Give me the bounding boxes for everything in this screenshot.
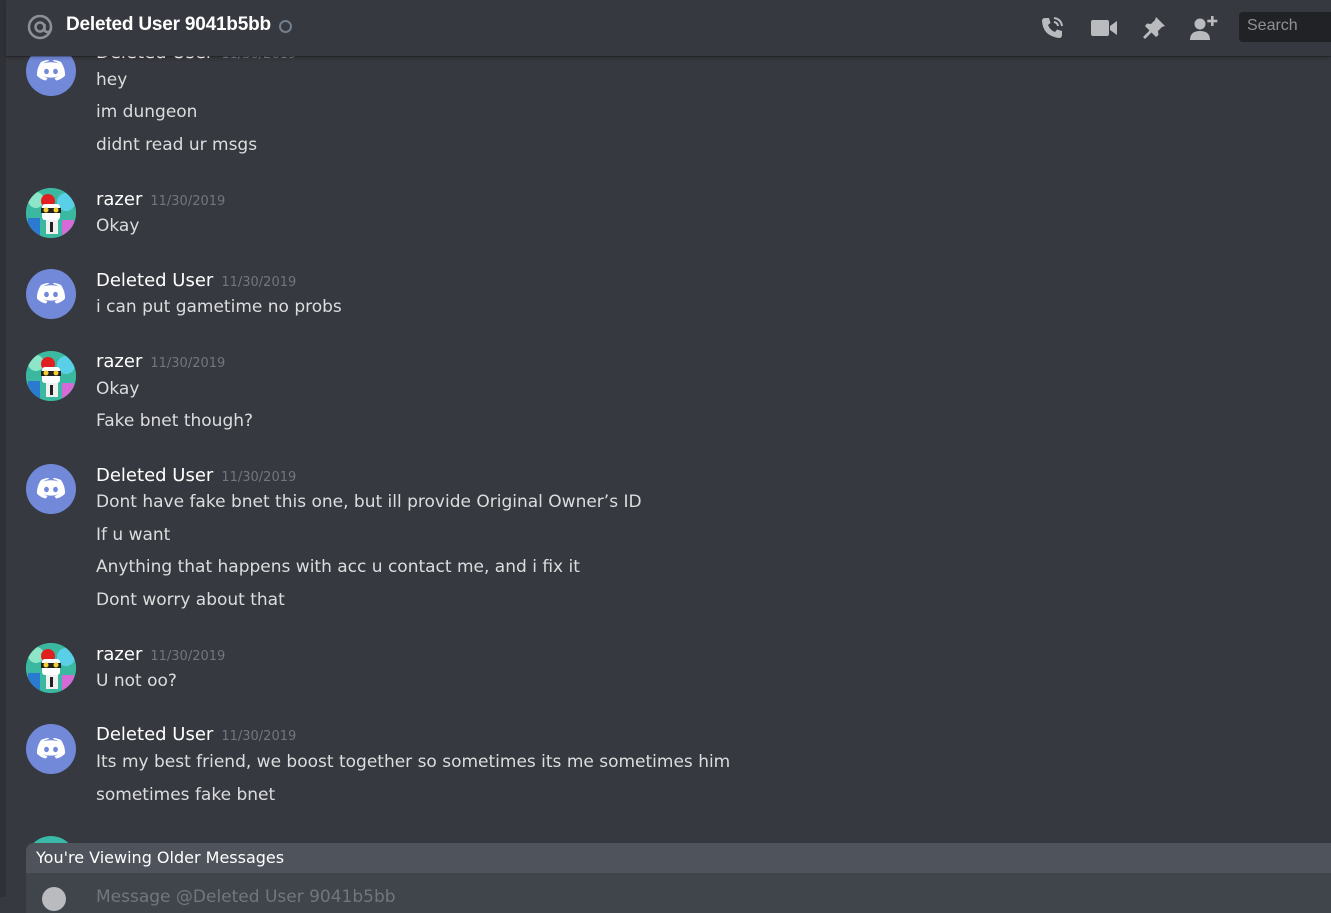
pin-icon[interactable] <box>1138 12 1170 44</box>
message-list: Deleted User 11/30/2019 hey im dungeon di… <box>0 0 1331 897</box>
author-name[interactable]: razer <box>96 189 142 210</box>
message-text: Anything that happens with acc u contact… <box>96 557 580 577</box>
avatar-deleted-user[interactable] <box>26 464 76 514</box>
video-icon[interactable] <box>1088 12 1120 44</box>
message-text: didnt read ur msgs <box>96 135 258 155</box>
message-text: Its my best friend, we boost together so… <box>96 752 731 772</box>
message-text: Dont have fake bnet this one, but ill pr… <box>96 492 642 512</box>
message-text: Dont worry about that <box>96 590 285 610</box>
add-friend-icon[interactable] <box>1188 12 1220 44</box>
razer-avatar-icon <box>26 351 76 401</box>
add-attachment-icon[interactable] <box>42 887 66 911</box>
message-input[interactable]: Message @Deleted User 9041b5bb <box>26 873 1331 913</box>
timestamp: 11/30/2019 <box>150 356 226 371</box>
status-offline-icon <box>279 20 292 33</box>
author-name[interactable]: Deleted User <box>96 465 213 486</box>
author-name[interactable]: Deleted User <box>96 724 213 745</box>
message-text: hey <box>96 70 128 90</box>
avatar-deleted-user[interactable] <box>26 269 76 319</box>
message-header: razer 11/30/2019 <box>96 644 225 665</box>
message-header: Deleted User 11/30/2019 <box>96 724 296 745</box>
avatar-razer[interactable] <box>26 643 76 693</box>
author-name[interactable]: razer <box>96 644 142 665</box>
message-header: Deleted User 11/30/2019 <box>96 270 296 291</box>
timestamp: 11/30/2019 <box>221 275 297 290</box>
message-input-placeholder: Message @Deleted User 9041b5bb <box>96 887 396 907</box>
timestamp: 11/30/2019 <box>221 470 297 485</box>
timestamp: 11/30/2019 <box>150 649 226 664</box>
message-text: i can put gametime no probs <box>96 297 342 317</box>
avatar-deleted-user[interactable] <box>26 724 76 774</box>
razer-avatar-icon <box>26 188 76 238</box>
message-text: U not oo? <box>96 671 177 691</box>
discord-logo-icon <box>36 60 66 81</box>
message-text: Okay <box>96 216 140 236</box>
message-text: im dungeon <box>96 102 198 122</box>
razer-avatar-icon <box>26 643 76 693</box>
channel-header: Deleted User 9041b5bb Search <box>6 0 1331 56</box>
search-input[interactable]: Search <box>1239 12 1331 42</box>
message-header: razer 11/30/2019 <box>96 189 225 210</box>
author-name[interactable]: Deleted User <box>96 270 213 291</box>
at-icon <box>27 14 53 40</box>
discord-logo-icon <box>36 283 66 304</box>
call-icon[interactable] <box>1036 12 1068 44</box>
message-text: Fake bnet though? <box>96 411 254 431</box>
message-header: razer 11/30/2019 <box>96 351 225 372</box>
author-name[interactable]: razer <box>96 351 142 372</box>
timestamp: 11/30/2019 <box>150 194 226 209</box>
discord-logo-icon <box>36 738 66 759</box>
message-text: Okay <box>96 379 140 399</box>
message-header: Deleted User 11/30/2019 <box>96 465 296 486</box>
avatar-razer[interactable] <box>26 188 76 238</box>
page-title: Deleted User 9041b5bb <box>66 14 271 35</box>
avatar-razer[interactable] <box>26 351 76 401</box>
older-messages-bar[interactable]: You're Viewing Older Messages <box>26 843 1331 873</box>
discord-logo-icon <box>36 478 66 499</box>
timestamp: 11/30/2019 <box>221 729 297 744</box>
message-text: If u want <box>96 525 171 545</box>
message-text: sometimes fake bnet <box>96 785 276 805</box>
